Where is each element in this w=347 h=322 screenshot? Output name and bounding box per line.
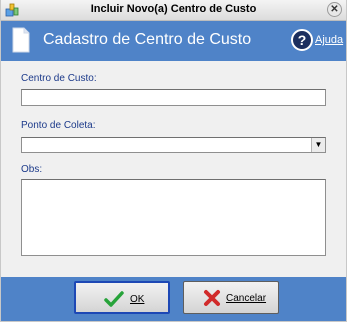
close-icon[interactable]: ✕	[327, 2, 342, 17]
cancel-button[interactable]: Cancelar	[183, 281, 279, 314]
dialog-window: Incluir Novo(a) Centro de Custo ✕ Cadast…	[0, 0, 347, 322]
obs-label: Obs:	[21, 164, 43, 175]
chevron-down-icon[interactable]: ▼	[311, 138, 325, 152]
document-icon	[12, 27, 30, 53]
title-bar[interactable]: Incluir Novo(a) Centro de Custo ✕	[1, 0, 346, 21]
page-title: Cadastro de Centro de Custo	[43, 31, 252, 48]
check-icon	[104, 290, 124, 308]
help-link[interactable]: Ajuda	[315, 34, 343, 46]
ok-button[interactable]: OK	[74, 281, 170, 314]
centro-de-custo-input[interactable]	[21, 89, 326, 106]
button-bar: OK Cancelar	[1, 277, 346, 321]
ok-label: OK	[130, 294, 145, 305]
centro-de-custo-label: Centro de Custo:	[21, 73, 97, 84]
obs-textarea[interactable]	[21, 179, 326, 256]
ponto-de-coleta-select[interactable]: ▼	[21, 137, 326, 153]
x-icon	[202, 289, 222, 307]
question-icon[interactable]: ?	[291, 29, 313, 51]
header-band: Cadastro de Centro de Custo ? Ajuda	[1, 21, 346, 61]
cancel-label: Cancelar	[226, 293, 267, 304]
window-title: Incluir Novo(a) Centro de Custo	[90, 3, 257, 15]
ponto-de-coleta-label: Ponto de Coleta:	[21, 120, 96, 131]
